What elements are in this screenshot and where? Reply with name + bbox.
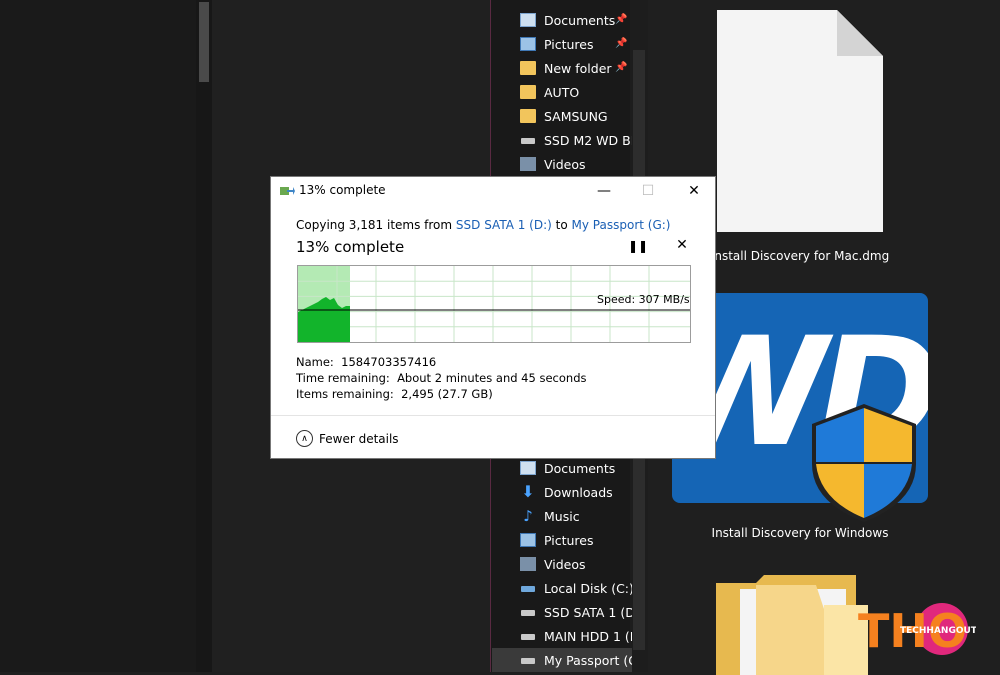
time-label: Time remaining: bbox=[296, 371, 390, 385]
chevron-up-icon: ∧ bbox=[296, 430, 313, 447]
explorer-left-pane bbox=[0, 0, 196, 672]
nav-item[interactable]: SAMSUNG bbox=[520, 104, 632, 128]
copy-icon bbox=[280, 187, 295, 195]
items-value: 2,495 (27.7 GB) bbox=[401, 387, 493, 401]
pause-button[interactable]: ❚❚ bbox=[628, 239, 648, 253]
cancel-button[interactable]: ✕ bbox=[674, 237, 690, 253]
fewer-details-label: Fewer details bbox=[319, 431, 399, 446]
title-bar[interactable]: 13% complete — ☐ ✕ bbox=[271, 177, 715, 205]
nav-item-label: My Passport (G:) bbox=[544, 652, 632, 668]
nav-item[interactable]: My Passport (G:) bbox=[492, 648, 632, 672]
svg-text:TECHHANGOUT: TECHHANGOUT bbox=[900, 626, 976, 636]
drive-icon bbox=[520, 653, 536, 667]
nav-item-label: Videos bbox=[544, 556, 586, 572]
folder-icon bbox=[520, 109, 536, 123]
dialog-divider bbox=[271, 415, 715, 416]
nav-item-label: Videos bbox=[544, 156, 586, 172]
minimize-button[interactable]: — bbox=[581, 177, 627, 205]
folder-icon bbox=[520, 61, 536, 75]
progress-heading: 13% complete bbox=[296, 238, 405, 256]
techhangout-watermark-logo: THO TECHHANGOUT bbox=[858, 603, 976, 655]
pin-icon: 📌 bbox=[615, 38, 628, 49]
items-label: Items remaining: bbox=[296, 387, 394, 401]
pictures-icon bbox=[520, 37, 536, 51]
name-value: 1584703357416 bbox=[341, 355, 437, 369]
nav-item-label: AUTO bbox=[544, 84, 580, 100]
folder-icon[interactable] bbox=[716, 575, 868, 675]
left-scrollbar-thumb[interactable] bbox=[199, 2, 209, 82]
source-link[interactable]: SSD SATA 1 (D:) bbox=[456, 218, 552, 232]
nav-item-label: Local Disk (C:) bbox=[544, 580, 632, 596]
uac-shield-icon bbox=[812, 404, 916, 522]
document-icon bbox=[520, 461, 536, 475]
nav-item-label: New folder bbox=[544, 60, 612, 76]
folder-icon bbox=[520, 85, 536, 99]
drive-icon bbox=[520, 629, 536, 643]
copy-progress-dialog: 13% complete — ☐ ✕ Copying 3,181 items f… bbox=[270, 176, 716, 459]
copy-status-text: Copying 3,181 items from SSD SATA 1 (D:)… bbox=[296, 218, 670, 232]
nav-item-label: Music bbox=[544, 508, 580, 524]
time-value: About 2 minutes and 45 seconds bbox=[397, 371, 587, 385]
nav-item-label: Documents bbox=[544, 460, 616, 476]
videos-icon bbox=[520, 157, 536, 171]
time-remaining-row: Time remaining: About 2 minutes and 45 s… bbox=[296, 371, 586, 385]
mac-file-label[interactable]: Install Discovery for Mac.dmg bbox=[690, 249, 910, 263]
nav-item-label: Pictures bbox=[544, 36, 594, 52]
pin-icon: 📌 bbox=[615, 14, 628, 25]
dialog-title: 13% complete bbox=[299, 183, 386, 197]
nav-item-label: SAMSUNG bbox=[544, 108, 608, 124]
windows-file-label[interactable]: Install Discovery for Windows bbox=[690, 526, 910, 540]
nav-item[interactable]: MAIN HDD 1 (E:) bbox=[520, 624, 632, 648]
nav-item-label: MAIN HDD 1 (E:) bbox=[544, 628, 632, 644]
fewer-details-button[interactable]: ∧ Fewer details bbox=[296, 430, 399, 447]
items-remaining-row: Items remaining: 2,495 (27.7 GB) bbox=[296, 387, 493, 401]
nav-item[interactable]: Videos bbox=[520, 552, 632, 576]
name-row: Name: 1584703357416 bbox=[296, 355, 436, 369]
left-scrollbar[interactable] bbox=[196, 0, 212, 672]
drive-icon bbox=[520, 605, 536, 619]
file-fold bbox=[837, 10, 883, 56]
nav-item[interactable]: ⬇ Downloads bbox=[520, 480, 632, 504]
destination-link[interactable]: My Passport (G:) bbox=[572, 218, 671, 232]
document-icon bbox=[520, 13, 536, 27]
name-label: Name: bbox=[296, 355, 334, 369]
nav-item-label: Downloads bbox=[544, 484, 613, 500]
downloads-icon: ⬇ bbox=[521, 482, 535, 501]
nav-item[interactable]: Local Disk (C:) bbox=[520, 576, 632, 600]
nav-item[interactable]: AUTO bbox=[520, 80, 632, 104]
nav-item-label: Pictures bbox=[544, 532, 594, 548]
speed-readout: Speed: 307 MB/s bbox=[597, 293, 690, 306]
pin-icon: 📌 bbox=[615, 62, 628, 73]
close-button[interactable]: ✕ bbox=[671, 177, 717, 205]
maximize-button: ☐ bbox=[641, 183, 655, 199]
videos-icon bbox=[520, 557, 536, 571]
copy-prefix: Copying 3,181 items from bbox=[296, 218, 456, 232]
nav-item[interactable]: Documents bbox=[520, 456, 632, 480]
local-disk-icon bbox=[520, 581, 536, 595]
nav-item-label: SSD SATA 1 (D:) bbox=[544, 604, 632, 620]
nav-item-label: Documents bbox=[544, 12, 616, 28]
nav-item[interactable]: ♪ Music bbox=[520, 504, 632, 528]
pictures-icon bbox=[520, 533, 536, 547]
drive-icon bbox=[520, 133, 536, 147]
nav-item[interactable]: Videos bbox=[520, 152, 632, 176]
nav-item[interactable]: SSD SATA 1 (D:) bbox=[520, 600, 632, 624]
nav-item[interactable]: Pictures bbox=[520, 528, 632, 552]
nav-item-label: SSD M2 WD BLA bbox=[544, 132, 632, 148]
to-word: to bbox=[551, 218, 572, 232]
nav-item[interactable]: SSD M2 WD BLA bbox=[520, 128, 632, 152]
music-icon: ♪ bbox=[523, 507, 533, 525]
